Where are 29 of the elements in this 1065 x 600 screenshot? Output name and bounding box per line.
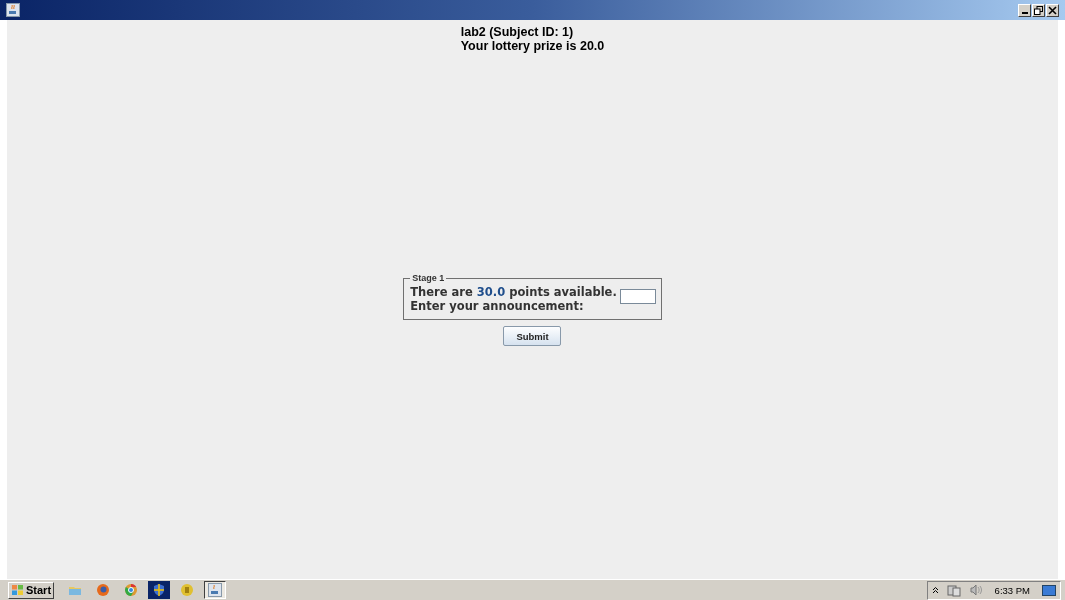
start-button[interactable]: Start [8, 581, 55, 599]
restore-icon [1034, 5, 1043, 15]
prize-text: Your lottery prize is 20.0 [460, 39, 605, 53]
taskbar-app-button[interactable] [148, 581, 171, 599]
minimize-icon [1021, 11, 1028, 14]
announcement-field[interactable] [619, 288, 656, 304]
java-cup-icon [6, 3, 20, 17]
points-text: There are 30.0 points available. [410, 285, 617, 299]
shield-icon [152, 583, 167, 597]
announcement-label: Enter your announcement: [410, 299, 585, 313]
close-button[interactable] [1046, 3, 1059, 17]
clock-text[interactable]: 6:33 PM [994, 584, 1030, 596]
browser-icon [124, 583, 139, 597]
minimize-button[interactable] [1018, 3, 1031, 17]
show-desktop-icon[interactable] [1042, 584, 1056, 596]
network-icon[interactable] [946, 583, 961, 597]
fox-globe-icon [96, 583, 111, 597]
coin-icon [180, 583, 195, 597]
java-cup-icon [208, 583, 223, 597]
close-icon [1048, 5, 1057, 15]
submit-button[interactable]: Submit [503, 326, 562, 346]
speaker-icon[interactable] [968, 584, 983, 596]
stage-legend: Stage 1 [410, 273, 447, 283]
subject-title: lab2 (Subject ID: 1) [460, 25, 575, 39]
chevron-up-icon[interactable] [931, 586, 939, 594]
folder-icon [68, 584, 83, 596]
restore-button[interactable] [1032, 3, 1045, 17]
windows-logo-icon [11, 584, 24, 596]
taskbar-app-button[interactable] [204, 581, 227, 599]
